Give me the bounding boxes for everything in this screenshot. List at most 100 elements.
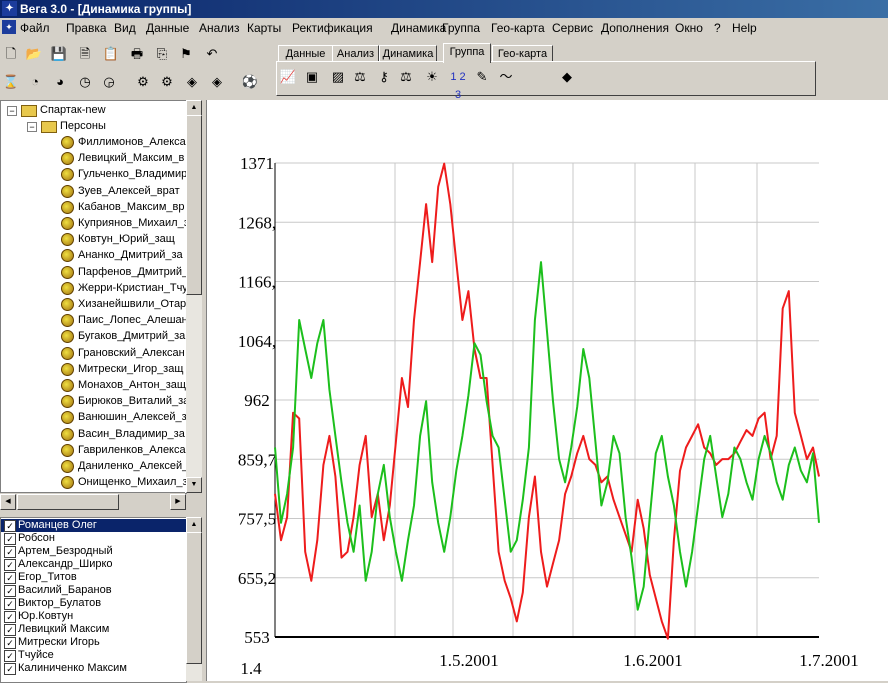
tab-4[interactable]: Гео-карта — [492, 45, 553, 62]
clock-edit-icon[interactable]: ◕ — [51, 73, 69, 91]
tree-item[interactable]: Хизанейшвили_Отар_ — [1, 296, 186, 312]
checkbox[interactable]: ✓ — [4, 611, 16, 623]
checkbox[interactable]: ✓ — [4, 624, 16, 636]
scroll-right-icon[interactable]: ▶ — [170, 494, 186, 510]
checklist-scroll-thumb[interactable] — [186, 532, 202, 664]
menu-item-12[interactable]: Окно — [675, 21, 703, 35]
scroll-left-icon[interactable]: ◀ — [0, 494, 16, 510]
tree-item[interactable]: Онищенко_Михаил_з — [1, 474, 186, 490]
group-tool-1-icon[interactable]: ⚙ — [134, 73, 152, 91]
menu-item-1[interactable]: Правка — [66, 21, 107, 35]
document-icon[interactable]: ✦ — [2, 20, 16, 34]
tree-item[interactable]: Гавриленков_Алекса — [1, 442, 186, 458]
checklist-row[interactable]: ✓ Александр_Ширко — [1, 558, 186, 571]
tree-item[interactable]: Ванюшин_Алексей_з — [1, 409, 186, 425]
tab-1[interactable]: Анализ — [332, 45, 379, 62]
clock-gray-icon[interactable]: ◷ — [76, 73, 94, 91]
checklist-row[interactable]: ✓ Егор_Титов — [1, 571, 186, 584]
checklist-row[interactable]: ✓ Митрески Игорь — [1, 636, 186, 649]
tree-item[interactable]: Паис_Лопес_Алешан — [1, 312, 186, 328]
hscroll-thumb[interactable] — [17, 494, 119, 510]
key-icon[interactable]: ⚷ — [375, 68, 393, 86]
checklist-row[interactable]: ✓ Юр.Ковтун — [1, 610, 186, 623]
checkbox[interactable]: ✓ — [4, 520, 16, 532]
tree-item[interactable]: Бирюков_Виталий_за — [1, 393, 186, 409]
checkbox[interactable]: ✓ — [4, 650, 16, 662]
tree-item[interactable]: Васин_Владимир_за — [1, 426, 186, 442]
tree-item[interactable]: Грановский_Алексан — [1, 345, 186, 361]
tree-hscrollbar[interactable]: ◀ ▶ — [0, 492, 186, 510]
tree-item[interactable]: Парфенов_Дмитрий_ — [1, 264, 186, 280]
tab-2[interactable]: Динамика — [379, 45, 437, 62]
checklist-row[interactable]: ✓ Виктор_Булатов — [1, 597, 186, 610]
checklist-scroll-up-icon[interactable]: ▲ — [186, 517, 202, 533]
close-document-icon[interactable]: 🗎 — [76, 45, 94, 63]
menu-item-7[interactable]: Динамика — [391, 21, 446, 35]
pencil-icon[interactable]: ✎ — [473, 68, 491, 86]
rainbow-icon[interactable]: ▨ — [329, 68, 347, 86]
checkbox[interactable]: ✓ — [4, 559, 16, 571]
person-ball-icon[interactable]: ⚽ — [241, 73, 259, 91]
checklist-row[interactable]: ✓ Калиниченко Максим — [1, 662, 186, 675]
properties-icon[interactable]: 📋 — [102, 45, 120, 63]
tree-item[interactable]: Даниленко_Алексей_ — [1, 458, 186, 474]
scroll-down-icon[interactable]: ▼ — [186, 477, 202, 493]
checkbox[interactable]: ✓ — [4, 546, 16, 558]
new-file-icon[interactable]: 🗋 — [2, 45, 20, 63]
tab-3[interactable]: Группа — [443, 43, 491, 63]
menu-item-13[interactable]: ? — [714, 21, 721, 35]
checkbox[interactable]: ✓ — [4, 533, 16, 545]
group-tool-2-icon[interactable]: ⚙ — [158, 73, 176, 91]
chart-scatter-icon[interactable]: 📈 — [279, 68, 297, 86]
collapse-icon[interactable]: − — [7, 106, 17, 116]
scroll-up-icon[interactable]: ▲ — [186, 100, 202, 116]
menu-item-11[interactable]: Дополнения — [601, 21, 669, 35]
tree-item[interactable]: Кабанов_Максим_вр — [1, 199, 186, 215]
tab-0[interactable]: Данные — [278, 45, 333, 62]
tree-item[interactable]: Жерри-Кристиан_Тчу — [1, 280, 186, 296]
menu-item-2[interactable]: Вид — [114, 21, 136, 35]
wave-icon[interactable]: 〜 — [497, 68, 515, 86]
tree-group[interactable]: − Персоны — [1, 118, 186, 134]
menu-item-6[interactable]: Ректификация — [292, 21, 373, 35]
tree-item[interactable]: Филлимонов_Алекса — [1, 134, 186, 150]
menu-item-5[interactable]: Карты — [247, 21, 281, 35]
tree-item[interactable]: Зуев_Алексей_врат — [1, 183, 186, 199]
menu-item-8[interactable]: Группа — [442, 21, 480, 35]
sun-icon[interactable]: ☀ — [423, 68, 441, 86]
checklist-row[interactable]: ✓ Левицкий Максим — [1, 623, 186, 636]
checkbox[interactable]: ✓ — [4, 598, 16, 610]
save-icon[interactable]: 💾 — [50, 45, 68, 63]
tree-item[interactable]: Левицкий_Максим_в — [1, 150, 186, 166]
clock-red-icon[interactable]: ◔ — [26, 73, 44, 91]
checklist-row[interactable]: ✓ Робсон — [1, 532, 186, 545]
checklist-row[interactable]: ✓ Тчуйсе — [1, 649, 186, 662]
tree-item[interactable]: Митрески_Игор_защ — [1, 361, 186, 377]
clock-disabled-icon[interactable]: ◶ — [100, 73, 118, 91]
menu-item-4[interactable]: Анализ — [199, 21, 240, 35]
checklist-row[interactable]: ✓ Артем_Безродный — [1, 545, 186, 558]
chart-frame-icon[interactable]: ▣ — [303, 68, 321, 86]
tree-scrollbar[interactable]: ▲ ▼ — [186, 100, 202, 493]
copy-icon[interactable]: ⎘ — [153, 45, 171, 63]
checklist-row[interactable]: ✓ Василий_Баранов — [1, 584, 186, 597]
rp-icon[interactable]: ⚑ — [177, 45, 195, 63]
checkbox[interactable]: ✓ — [4, 572, 16, 584]
undo-icon[interactable]: ↶ — [203, 45, 221, 63]
print-icon[interactable]: 🖶 — [128, 45, 146, 63]
book-icon[interactable]: ◆ — [558, 68, 576, 86]
group-tool-4-icon[interactable]: ◈ — [208, 73, 226, 91]
collapse-icon[interactable]: − — [27, 122, 37, 132]
numbering-icon[interactable]: 1 2 3 — [447, 68, 469, 101]
checkbox[interactable]: ✓ — [4, 637, 16, 649]
checklist-scrollbar[interactable]: ▲ — [186, 517, 202, 681]
tree-item[interactable]: Ковтун_Юрий_защ — [1, 231, 186, 247]
scroll-thumb[interactable] — [186, 115, 202, 295]
hourglass-icon[interactable]: ⌛ — [2, 73, 20, 91]
tree-item[interactable]: Куприянов_Михаил_з — [1, 215, 186, 231]
menu-item-9[interactable]: Гео-карта — [491, 21, 545, 35]
checkbox[interactable]: ✓ — [4, 663, 16, 675]
tree-item[interactable]: Бугаков_Дмитрий_за — [1, 328, 186, 344]
scales-icon[interactable]: ⚖ — [397, 68, 415, 86]
tree-item[interactable]: Ананко_Дмитрий_за — [1, 247, 186, 263]
